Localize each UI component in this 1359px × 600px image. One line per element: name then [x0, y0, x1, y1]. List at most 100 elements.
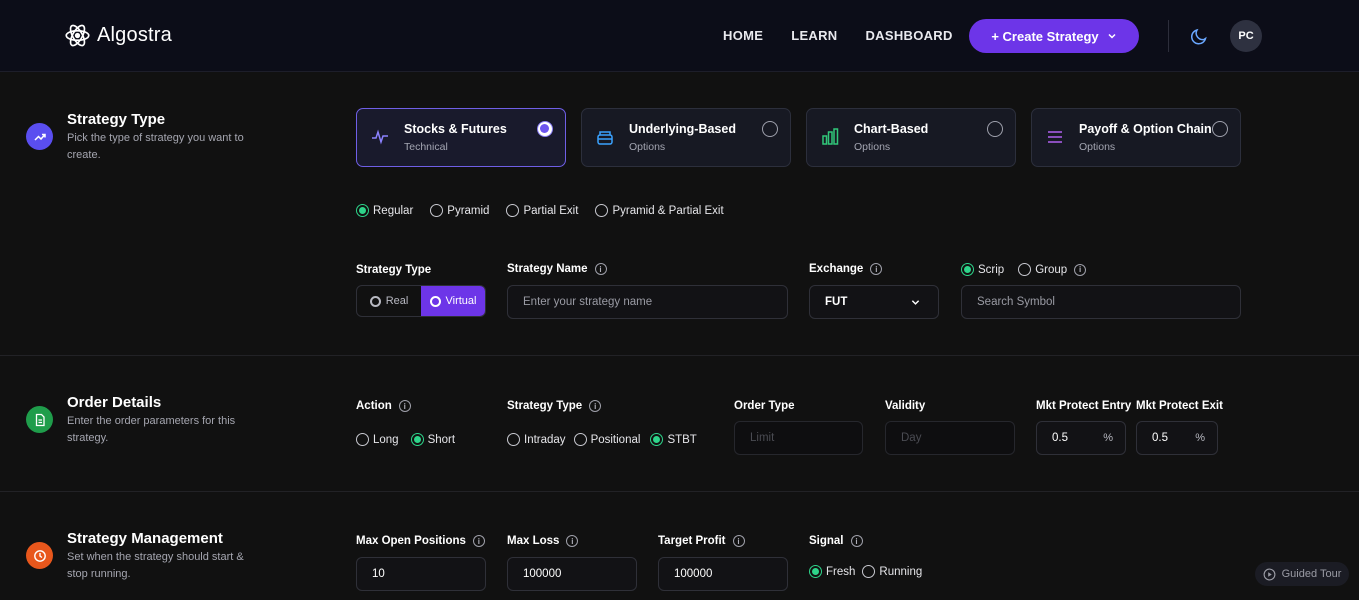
create-strategy-button[interactable]: + Create Strategy: [969, 19, 1139, 53]
signal-group: Fresh Running: [809, 565, 922, 578]
section-title: Order Details: [67, 394, 162, 411]
info-icon[interactable]: i: [472, 535, 485, 547]
real-virtual-toggle: Real Virtual: [356, 285, 486, 317]
type-intraday[interactable]: Intraday: [507, 433, 566, 446]
info-icon[interactable]: i: [589, 400, 602, 412]
brand-name: Algostra: [97, 24, 172, 46]
guided-tour-button[interactable]: Guided Tour: [1255, 562, 1349, 586]
type-stbt[interactable]: STBT: [650, 433, 697, 446]
toggle-real[interactable]: Real: [357, 286, 421, 316]
strategy-name-label: Strategy Name i: [507, 263, 607, 275]
mode-partial-exit[interactable]: Partial Exit: [506, 204, 578, 217]
info-icon[interactable]: i: [850, 535, 863, 547]
order-type-label: Order Type: [734, 400, 795, 412]
main-nav: HOME LEARN DASHBOARD: [723, 28, 953, 43]
radio-dot: [650, 433, 664, 446]
section-description: Pick the type of strategy you want to cr…: [67, 132, 244, 161]
strategy-mode-group: Regular Pyramid Partial Exit Pyramid & P…: [356, 204, 724, 217]
section-description: Enter the order parameters for this stra…: [67, 415, 236, 444]
target-profit-label: Target Profit i: [658, 535, 745, 547]
strategy-type-label: Strategy Type: [356, 264, 432, 276]
percent-unit: %: [1103, 432, 1113, 444]
brand-logo[interactable]: Algostra: [64, 22, 172, 49]
section-title: Strategy Type: [67, 111, 166, 128]
max-loss-label: Max Loss i: [507, 535, 579, 547]
action-long[interactable]: Long: [356, 433, 399, 446]
strategy-name-input[interactable]: Enter your strategy name: [507, 285, 788, 319]
nav-dashboard[interactable]: DASHBOARD: [865, 28, 952, 43]
card-chart-based[interactable]: Chart-Based Options: [806, 108, 1016, 167]
radio-dot: [809, 565, 822, 578]
layers-icon: [597, 131, 613, 145]
search-symbol-input[interactable]: Search Symbol: [961, 285, 1241, 319]
moon-icon[interactable]: [1190, 26, 1210, 46]
order-strategy-type-group: Intraday Positional STBT: [507, 433, 697, 446]
radio-group[interactable]: Group: [1018, 263, 1067, 276]
top-navbar: Algostra HOME LEARN DASHBOARD + Create S…: [0, 0, 1359, 72]
card-title: Underlying-Based: [629, 122, 736, 136]
menu-list-icon: [1048, 131, 1062, 143]
order-type-input[interactable]: Limit: [734, 421, 863, 455]
info-icon[interactable]: i: [594, 263, 607, 275]
create-strategy-label: + Create Strategy: [991, 28, 1099, 44]
card-title: Chart-Based: [854, 122, 929, 136]
trend-up-icon: [26, 123, 53, 150]
max-loss-input[interactable]: 100000: [507, 557, 637, 591]
radio-dot: [410, 433, 424, 446]
mkt-protect-exit-label: Mkt Protect Exit: [1136, 400, 1223, 412]
scrip-group-toggle: Scrip Group i: [961, 263, 1087, 276]
card-subtitle: Options: [1079, 141, 1116, 153]
type-positional[interactable]: Positional: [573, 433, 640, 446]
document-icon: [26, 406, 53, 433]
percent-unit: %: [1195, 432, 1205, 444]
signal-running[interactable]: Running: [862, 565, 922, 578]
info-icon[interactable]: i: [732, 535, 745, 547]
exchange-select[interactable]: FUT: [809, 285, 939, 319]
play-circle-icon: [1263, 568, 1276, 580]
radio-dot: [1018, 263, 1032, 276]
info-icon[interactable]: i: [870, 263, 883, 275]
card-radio[interactable]: [987, 121, 1003, 137]
validity-input[interactable]: Day: [885, 421, 1015, 455]
mode-pyramid[interactable]: Pyramid: [430, 204, 489, 217]
card-radio[interactable]: [1212, 121, 1228, 137]
info-icon[interactable]: i: [566, 535, 579, 547]
chevron-down-icon: [911, 300, 920, 305]
action-short[interactable]: Short: [410, 433, 455, 446]
card-stocks-futures[interactable]: Stocks & Futures Technical: [356, 108, 566, 167]
toggle-virtual[interactable]: Virtual: [421, 286, 485, 316]
radio-dot: [430, 204, 444, 217]
nav-home[interactable]: HOME: [723, 28, 763, 43]
mkt-protect-exit-input[interactable]: 0.5 %: [1136, 421, 1218, 455]
target-profit-input[interactable]: 100000: [658, 557, 788, 591]
mode-regular[interactable]: Regular: [356, 204, 413, 217]
max-open-positions-input[interactable]: 10: [356, 557, 486, 591]
user-avatar[interactable]: PC: [1230, 20, 1262, 52]
radio-dot: [862, 565, 876, 578]
signal-fresh[interactable]: Fresh: [809, 565, 855, 578]
radio-scrip[interactable]: Scrip: [961, 263, 1004, 276]
radio-dot: [506, 204, 520, 217]
card-underlying-based[interactable]: Underlying-Based Options: [581, 108, 791, 167]
atom-logo-icon: [65, 24, 90, 47]
header-divider: [1168, 20, 1169, 52]
info-icon[interactable]: i: [1074, 263, 1087, 276]
section-title: Strategy Management: [67, 530, 223, 547]
order-strategy-type-label: Strategy Type i: [507, 400, 602, 412]
radio-dot: [961, 263, 974, 276]
gear-icon: [369, 295, 381, 307]
card-radio[interactable]: [537, 121, 553, 137]
nav-learn[interactable]: LEARN: [791, 28, 837, 43]
clock-icon: [26, 542, 53, 569]
card-radio[interactable]: [762, 121, 778, 137]
action-label: Action i: [356, 400, 411, 412]
card-payoff-option-chain[interactable]: Payoff & Option Chain Options: [1031, 108, 1241, 167]
info-icon[interactable]: i: [398, 400, 411, 412]
radio-dot: [595, 204, 609, 217]
radio-dot: [356, 433, 369, 446]
mkt-protect-entry-input[interactable]: 0.5 %: [1036, 421, 1126, 455]
mode-pyramid-partial-exit[interactable]: Pyramid & Partial Exit: [595, 204, 724, 217]
radio-dot: [507, 433, 520, 446]
radio-dot: [573, 433, 587, 446]
signal-label: Signal i: [809, 535, 863, 547]
